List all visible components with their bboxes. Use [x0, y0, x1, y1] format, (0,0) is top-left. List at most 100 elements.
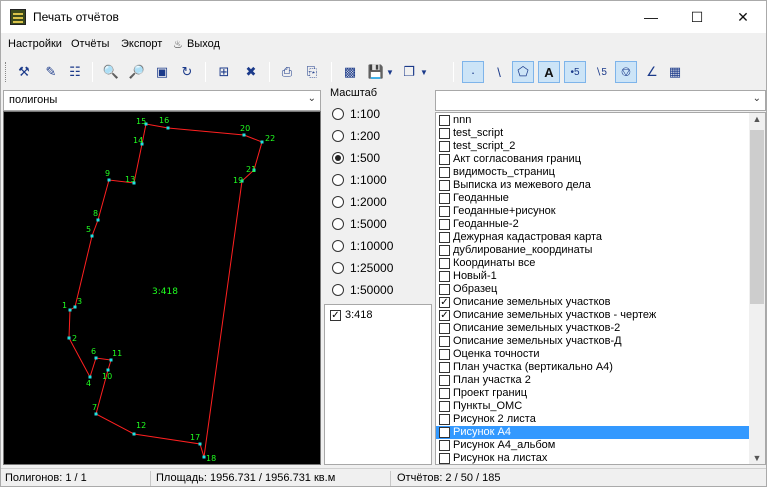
- report-item[interactable]: дублирование_координаты: [436, 244, 750, 257]
- layer-combobox[interactable]: полигоны ⌄: [3, 90, 321, 111]
- polygon-tool-icon[interactable]: ⬠: [512, 61, 534, 83]
- report-checkbox[interactable]: ✓: [439, 297, 450, 308]
- line-length-icon[interactable]: ∖5: [590, 61, 612, 83]
- area-label-icon[interactable]: ⎊: [615, 61, 637, 83]
- point-tool-icon[interactable]: ·: [462, 61, 484, 83]
- report-item[interactable]: Рисунок на листах: [436, 452, 750, 464]
- report-item[interactable]: План участка (вертикально А4): [436, 361, 750, 374]
- report-checkbox[interactable]: [439, 258, 450, 269]
- report-item[interactable]: ✓ Описание земельных участков - чертеж: [436, 309, 750, 322]
- report-item[interactable]: nnn: [436, 114, 750, 127]
- object-checkbox[interactable]: ✓: [330, 310, 341, 321]
- report-filter-combobox[interactable]: ⌄: [435, 90, 766, 111]
- report-checkbox[interactable]: [439, 414, 450, 425]
- add-row-icon[interactable]: ⊞: [213, 61, 235, 83]
- report-checkbox[interactable]: [439, 180, 450, 191]
- report-item[interactable]: Геоданные: [436, 192, 750, 205]
- radio-button[interactable]: [332, 152, 344, 164]
- report-checkbox[interactable]: [439, 284, 450, 295]
- properties-icon[interactable]: ☷: [64, 61, 86, 83]
- report-item[interactable]: Новый-1: [436, 270, 750, 283]
- report-checkbox[interactable]: ✓: [439, 310, 450, 321]
- report-checkbox[interactable]: [439, 349, 450, 360]
- menu-exit[interactable]: Выход: [187, 38, 220, 50]
- report-item[interactable]: test_script_2: [436, 140, 750, 153]
- report-item[interactable]: Геоданные-2: [436, 218, 750, 231]
- report-checkbox[interactable]: [439, 128, 450, 139]
- edit-report-icon[interactable]: ✎: [40, 61, 62, 83]
- report-checkbox[interactable]: [439, 206, 450, 217]
- angle-icon[interactable]: ∠: [641, 61, 663, 83]
- report-checkbox[interactable]: [439, 375, 450, 386]
- maximize-button[interactable]: ☐: [674, 1, 720, 33]
- radio-button[interactable]: [332, 262, 344, 274]
- map-canvas[interactable]: 1 2 3 4 5 6 7 8 9 10 11 12 13 14 15 16 17 18 19 20 21 22 3:41…: [3, 111, 321, 465]
- close-button[interactable]: ✕: [720, 1, 766, 33]
- report-item[interactable]: Геоданные+рисунок: [436, 205, 750, 218]
- report-checkbox[interactable]: [439, 193, 450, 204]
- report-checkbox[interactable]: [439, 115, 450, 126]
- radio-button[interactable]: [332, 130, 344, 142]
- radio-button[interactable]: [332, 108, 344, 120]
- refresh-icon[interactable]: ↻: [176, 61, 198, 83]
- menu-settings[interactable]: Настройки: [8, 38, 62, 50]
- radio-button[interactable]: [332, 218, 344, 230]
- settings-tool-icon[interactable]: ⚒: [13, 61, 35, 83]
- scroll-up-icon[interactable]: ▲: [749, 114, 765, 124]
- save-icon[interactable]: 💾: [365, 61, 387, 83]
- report-item[interactable]: Оценка точности: [436, 348, 750, 361]
- report-item[interactable]: видимость_страниц: [436, 166, 750, 179]
- report-checkbox[interactable]: [439, 362, 450, 373]
- print-icon[interactable]: ⎙: [276, 61, 298, 83]
- minimize-button[interactable]: —: [628, 1, 674, 33]
- object-item[interactable]: ✓ 3:418: [330, 309, 428, 323]
- report-checkbox[interactable]: [439, 219, 450, 230]
- report-checkbox[interactable]: [439, 440, 450, 451]
- report-list-scrollbar[interactable]: ▲ ▼: [749, 113, 765, 464]
- copy-dropdown-icon[interactable]: ▼: [419, 61, 429, 83]
- report-checkbox[interactable]: [439, 388, 450, 399]
- report-checkbox[interactable]: [439, 427, 450, 438]
- scroll-down-icon[interactable]: ▼: [749, 453, 765, 463]
- report-item[interactable]: Акт согласования границ: [436, 153, 750, 166]
- report-item[interactable]: Рисунок 2 листа: [436, 413, 750, 426]
- radio-button[interactable]: [332, 174, 344, 186]
- report-checkbox[interactable]: [439, 401, 450, 412]
- report-item[interactable]: Дежурная кадастровая карта: [436, 231, 750, 244]
- report-item[interactable]: Координаты все: [436, 257, 750, 270]
- preview-icon[interactable]: 🔍: [100, 61, 122, 83]
- report-item[interactable]: Проект границ: [436, 387, 750, 400]
- scrollbar-thumb[interactable]: [750, 130, 764, 304]
- report-checkbox[interactable]: [439, 141, 450, 152]
- report-item[interactable]: ✓ Описание земельных участков: [436, 296, 750, 309]
- radio-button[interactable]: [332, 284, 344, 296]
- preview-all-icon[interactable]: 🔎: [126, 61, 148, 83]
- report-checkbox[interactable]: [439, 167, 450, 178]
- print-settings-icon[interactable]: ⎘: [301, 61, 323, 83]
- radio-button[interactable]: [332, 196, 344, 208]
- report-item[interactable]: Образец: [436, 283, 750, 296]
- radio-button[interactable]: [332, 240, 344, 252]
- copy-icon[interactable]: ❐: [398, 61, 420, 83]
- report-item[interactable]: test_script: [436, 127, 750, 140]
- report-checkbox[interactable]: [439, 336, 450, 347]
- report-item[interactable]: Выписка из межевого дела: [436, 179, 750, 192]
- zoom-page-icon[interactable]: ▣: [151, 61, 173, 83]
- menu-reports[interactable]: Отчёты: [71, 38, 109, 50]
- report-item[interactable]: Описание земельных участков-2: [436, 322, 750, 335]
- line-tool-icon[interactable]: \: [488, 61, 510, 83]
- delete-icon[interactable]: ✖: [240, 61, 262, 83]
- menu-export[interactable]: Экспорт: [121, 38, 162, 50]
- report-checkbox[interactable]: [439, 232, 450, 243]
- report-checkbox[interactable]: [439, 245, 450, 256]
- grid-icon[interactable]: ▦: [664, 61, 686, 83]
- report-checkbox[interactable]: [439, 323, 450, 334]
- text-tool-icon[interactable]: A: [538, 61, 560, 83]
- point-number-icon[interactable]: •5: [564, 61, 586, 83]
- save-dropdown-icon[interactable]: ▼: [385, 61, 395, 83]
- report-checkbox[interactable]: [439, 453, 450, 464]
- report-item[interactable]: Пункты_ОМС: [436, 400, 750, 413]
- report-item[interactable]: Описание земельных участков-Д: [436, 335, 750, 348]
- report-item[interactable]: Рисунок А4_альбом: [436, 439, 750, 452]
- report-item[interactable]: Рисунок А4: [436, 426, 750, 439]
